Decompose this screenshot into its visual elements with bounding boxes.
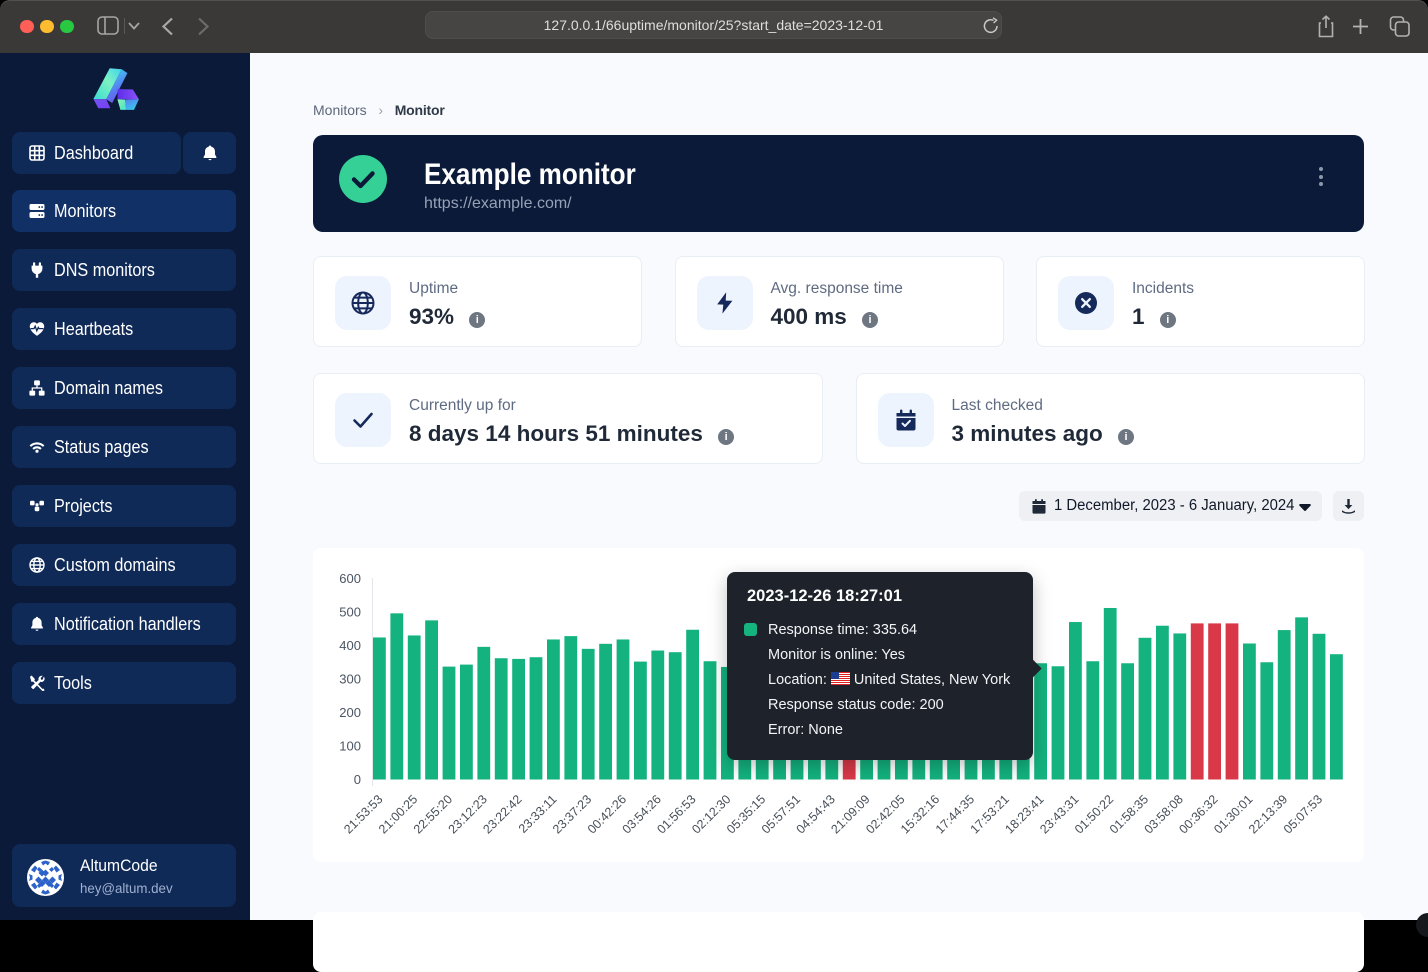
svg-text:05:07:53: 05:07:53 xyxy=(1281,792,1325,836)
svg-text:100: 100 xyxy=(339,739,361,754)
svg-text:0: 0 xyxy=(354,772,361,787)
svg-text:300: 300 xyxy=(339,672,361,687)
svg-text:200: 200 xyxy=(339,705,361,720)
svg-text:600: 600 xyxy=(339,571,361,586)
svg-text:400: 400 xyxy=(339,638,361,653)
svg-text:23:22:42: 23:22:42 xyxy=(480,792,524,836)
svg-text:500: 500 xyxy=(339,605,361,620)
